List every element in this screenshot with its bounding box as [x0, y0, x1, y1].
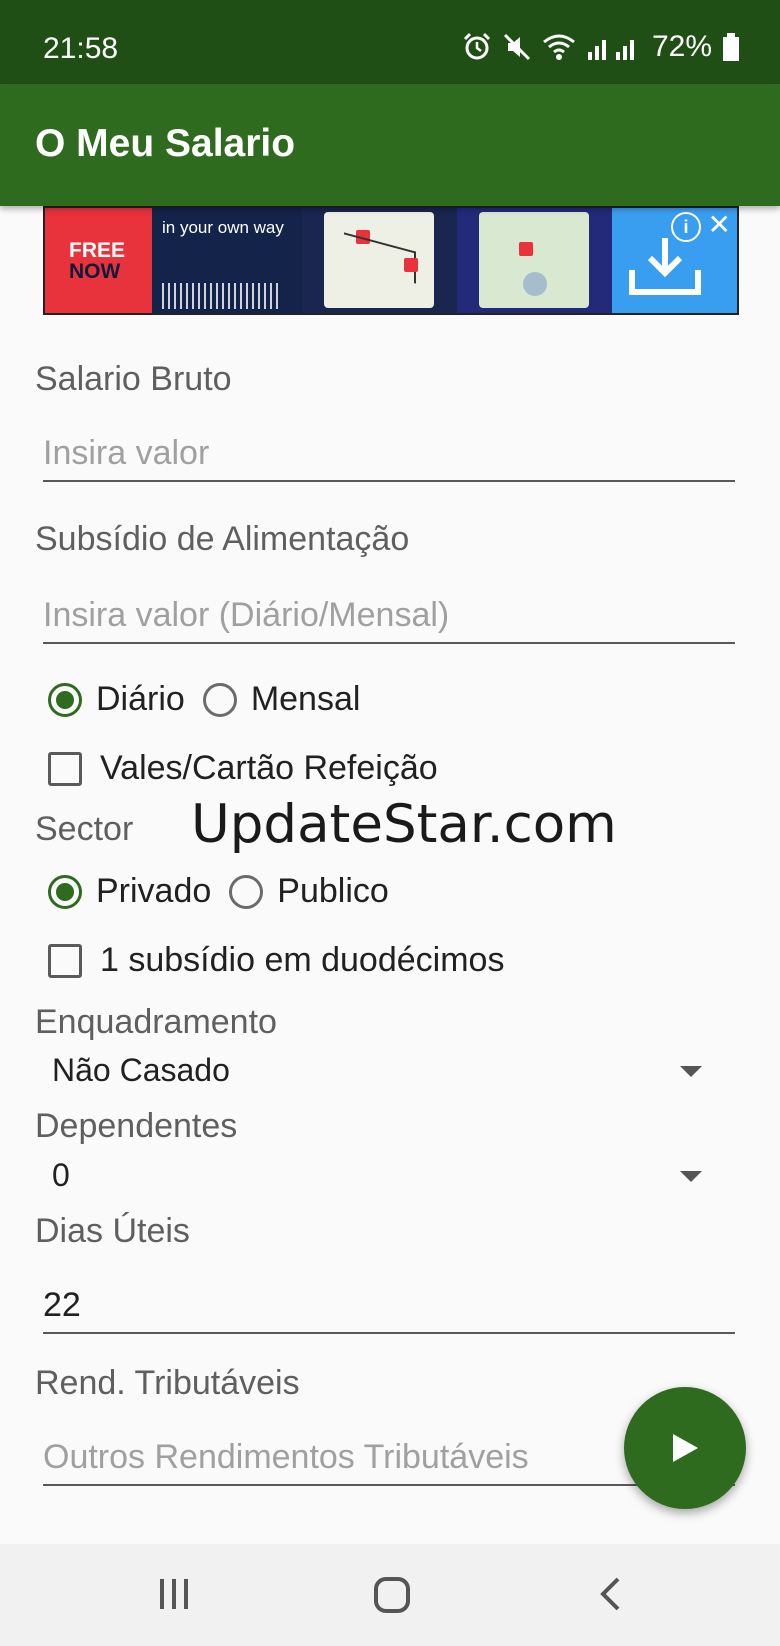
status-icons: 72%	[462, 30, 740, 64]
radio-publico-label[interactable]: Publico	[277, 872, 389, 911]
battery-icon	[723, 33, 739, 61]
dependentes-value: 0	[52, 1157, 70, 1193]
salario-bruto-input[interactable]	[43, 428, 735, 478]
alarm-icon	[463, 32, 491, 60]
ad-screenshot	[302, 208, 457, 313]
radio-publico[interactable]	[229, 874, 264, 909]
dias-uteis-field	[43, 1280, 735, 1334]
enquadramento-dropdown[interactable]: Não Casado	[52, 1052, 712, 1098]
wifi-icon	[543, 34, 575, 60]
play-icon	[673, 1434, 698, 1462]
ad-banner[interactable]: FREE NOW in your own way i ✕	[43, 206, 739, 315]
app-title: O Meu Salario	[35, 122, 296, 165]
dropdown-arrow-icon	[680, 1066, 702, 1077]
battery-level: 72%	[651, 30, 712, 63]
subsidio-label: Subsídio de Alimentação	[35, 520, 410, 558]
duodecimos-checkbox[interactable]	[48, 943, 82, 978]
radio-mensal[interactable]	[202, 682, 237, 717]
radio-privado[interactable]	[48, 874, 82, 909]
download-icon	[629, 238, 701, 295]
status-time: 21:58	[43, 32, 119, 65]
subsidio-input[interactable]	[43, 590, 735, 640]
salario-bruto-field	[43, 428, 735, 482]
ad-tagline: in your own way	[152, 208, 302, 313]
rend-tributaveis-label: Rend. Tributáveis	[35, 1364, 300, 1402]
duodecimos-checkbox-row[interactable]: 1 subsídio em duodécimos	[48, 941, 504, 980]
sector-group: Privado Publico	[48, 872, 389, 911]
status-bar: 21:58 72%	[0, 0, 780, 84]
app-bar: O Meu Salario	[0, 84, 780, 206]
enquadramento-label: Enquadramento	[35, 1003, 277, 1041]
ad-close-icon[interactable]: ✕	[708, 208, 731, 241]
home-icon[interactable]	[373, 1576, 411, 1614]
vales-label[interactable]: Vales/Cartão Refeição	[100, 749, 438, 788]
subsidio-periodo-group: Diário Mensal	[48, 680, 360, 719]
dropdown-arrow-icon	[680, 1171, 702, 1182]
back-icon[interactable]	[598, 1576, 624, 1612]
dependentes-label: Dependentes	[35, 1107, 238, 1145]
recents-icon[interactable]	[156, 1576, 192, 1612]
radio-mensal-label[interactable]: Mensal	[251, 680, 361, 719]
ad-screenshot	[457, 208, 612, 313]
radio-diario-label[interactable]: Diário	[96, 680, 185, 719]
dias-uteis-input[interactable]	[43, 1280, 735, 1330]
radio-diario[interactable]	[48, 682, 82, 717]
calculate-fab-button[interactable]	[624, 1387, 746, 1509]
system-nav-bar	[0, 1544, 780, 1646]
mute-icon	[503, 33, 531, 61]
ad-brand-logo: FREE NOW	[45, 208, 152, 313]
duodecimos-label[interactable]: 1 subsídio em duodécimos	[100, 941, 504, 980]
watermark: UpdateStar.com	[191, 794, 617, 855]
sector-label: Sector	[35, 810, 134, 848]
radio-privado-label[interactable]: Privado	[96, 872, 211, 911]
salario-bruto-label: Salario Bruto	[35, 360, 232, 398]
enquadramento-value: Não Casado	[52, 1052, 230, 1088]
subsidio-field	[43, 590, 735, 644]
dependentes-dropdown[interactable]: 0	[52, 1157, 712, 1203]
signal-icon	[587, 40, 634, 60]
vales-checkbox-row[interactable]: Vales/Cartão Refeição	[48, 749, 438, 788]
ad-download-panel[interactable]: i ✕	[612, 208, 737, 313]
vales-checkbox[interactable]	[48, 751, 82, 786]
dias-uteis-label: Dias Úteis	[35, 1212, 190, 1250]
